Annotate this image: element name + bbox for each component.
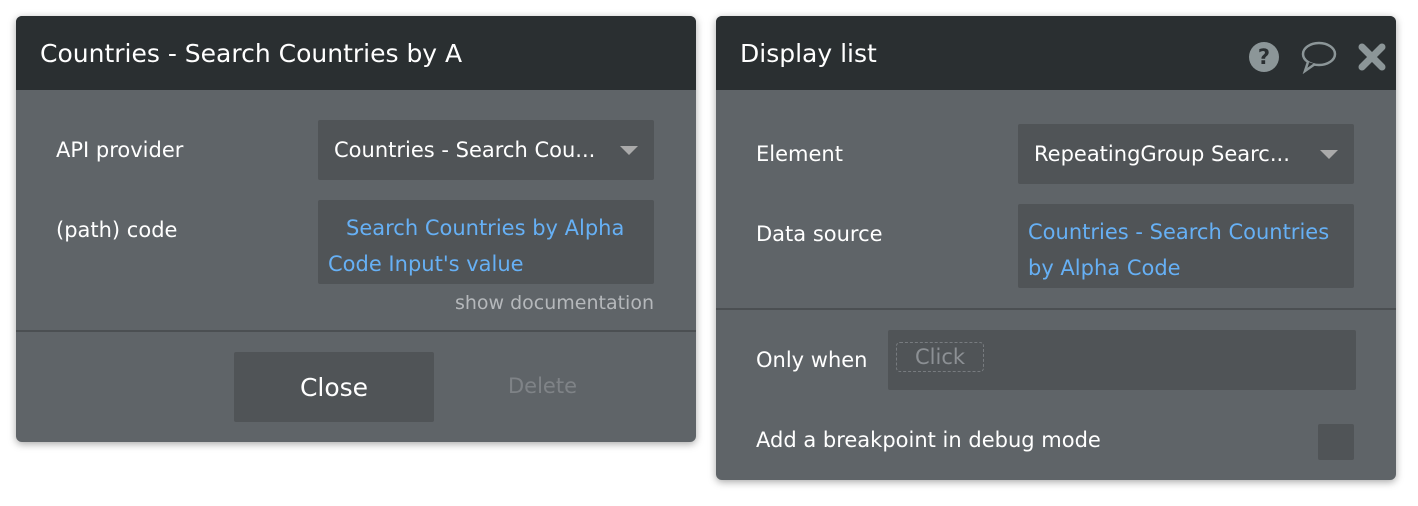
api-provider-dropdown[interactable]: Countries - Search Cou...	[318, 120, 654, 180]
path-code-field[interactable]: Search Countries by Alpha Code Input's v…	[318, 200, 654, 284]
divider	[16, 330, 696, 332]
data-source-field[interactable]: Countries - Search Countries by Alpha Co…	[1018, 204, 1354, 288]
path-code-label: (path) code	[56, 218, 178, 242]
comment-icon[interactable]	[1300, 40, 1338, 74]
svg-text:?: ?	[1258, 45, 1270, 69]
action-panel: Countries - Search Countries by A API pr…	[16, 16, 696, 442]
delete-button[interactable]: Delete	[508, 374, 577, 398]
chevron-down-icon	[620, 145, 638, 155]
data-source-label: Data source	[756, 222, 883, 246]
chevron-down-icon	[1320, 149, 1338, 159]
element-label: Element	[756, 142, 843, 166]
api-provider-value: Countries - Search Cou...	[334, 138, 596, 162]
breakpoint-checkbox[interactable]	[1318, 424, 1354, 460]
element-dropdown[interactable]: RepeatingGroup Searc...	[1018, 124, 1354, 184]
help-icon[interactable]: ?	[1248, 41, 1280, 73]
close-icon[interactable]	[1358, 43, 1386, 71]
display-list-panel: Display list ? Element RepeatingGroup Se…	[716, 16, 1396, 480]
panel-title: Countries - Search Countries by A	[16, 16, 696, 90]
close-button[interactable]: Close	[234, 352, 434, 422]
only-when-field[interactable]: Click	[888, 330, 1356, 390]
divider	[716, 308, 1396, 310]
element-value: RepeatingGroup Searc...	[1034, 142, 1290, 166]
close-label: Close	[299, 372, 369, 402]
breakpoint-label: Add a breakpoint in debug mode	[756, 428, 1101, 452]
api-provider-label: API provider	[56, 138, 184, 162]
only-when-placeholder[interactable]: Click	[896, 342, 985, 372]
only-when-label: Only when	[756, 348, 868, 372]
show-documentation-link[interactable]: show documentation	[455, 292, 654, 314]
